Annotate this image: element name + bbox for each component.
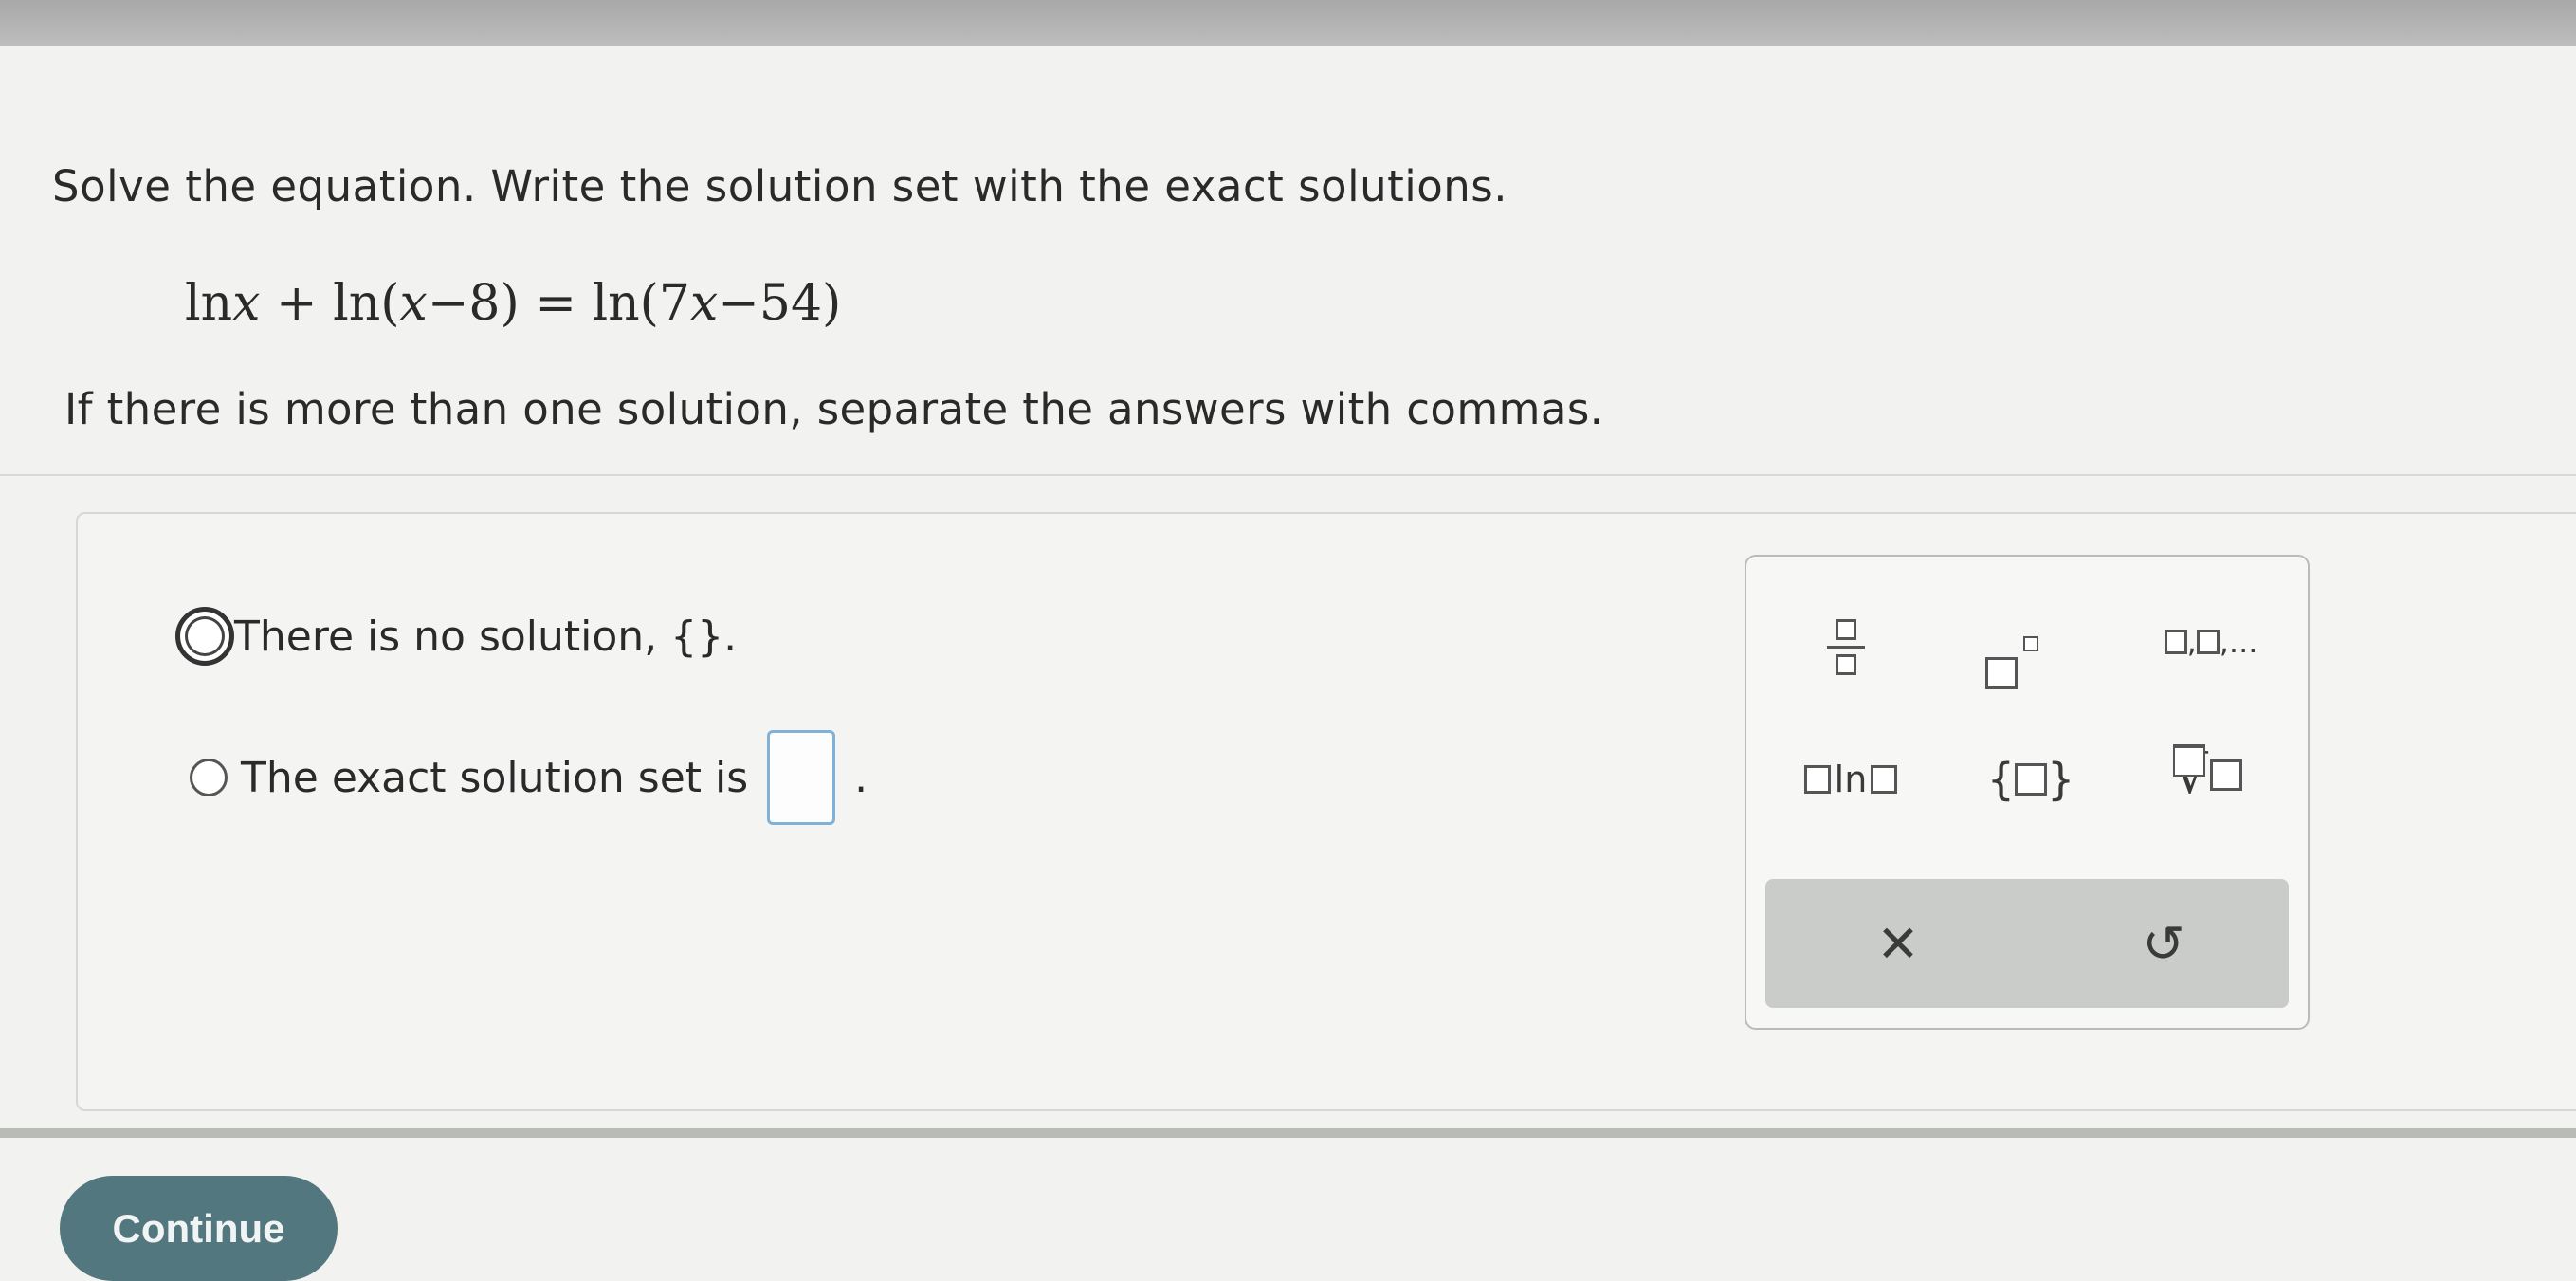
close-icon: ✕	[1876, 913, 1920, 974]
eq-equals: =	[535, 275, 576, 332]
question-hint: If there is more than one solution, sepa…	[64, 384, 1604, 434]
eq-54: 54	[758, 275, 823, 332]
bottom-strip	[0, 1128, 2576, 1138]
exponent-base-icon	[1985, 657, 2018, 689]
eq-x-3: x	[689, 275, 719, 332]
list-item-icon	[2164, 630, 2187, 654]
eq-8: 8	[468, 275, 501, 332]
set-close-brace: }	[2047, 754, 2075, 805]
radicand-icon	[2210, 759, 2243, 791]
eq-ln-2: ln	[333, 275, 381, 332]
math-keypad: ,,... ln {} √ ✕ ↺	[1745, 555, 2310, 1030]
divider	[0, 474, 2576, 476]
log-key[interactable]: ln	[1784, 737, 1917, 822]
answer-input-box[interactable]	[767, 730, 836, 825]
root-index-icon	[2173, 744, 2205, 777]
eq-open-2: (	[639, 275, 659, 332]
undo-icon: ↺	[2142, 913, 2185, 974]
log-label: ln	[1834, 759, 1868, 800]
set-open-brace: {	[1986, 754, 2015, 805]
eq-close-2: )	[822, 275, 842, 332]
nth-root-key[interactable]: √	[2135, 727, 2268, 822]
log-base-icon	[1803, 765, 1831, 794]
eq-ln-1: ln	[185, 275, 233, 332]
eq-close-1: )	[500, 275, 520, 332]
eq-7: 7	[658, 275, 690, 332]
exponent-key[interactable]	[1960, 595, 2064, 689]
option-no-solution[interactable]: There is no solution, {}.	[175, 607, 737, 666]
option-no-solution-label: There is no solution, {}.	[234, 612, 738, 661]
fraction-key[interactable]	[1803, 595, 1889, 699]
radio-no-solution[interactable]	[175, 607, 234, 666]
eq-ln-3: ln	[592, 275, 640, 332]
set-braces-key[interactable]: {}	[1974, 737, 2088, 822]
radio-exact-set[interactable]	[190, 759, 228, 796]
eq-minus-2: −	[718, 275, 759, 332]
keypad-footer: ✕ ↺	[1765, 879, 2289, 1008]
log-argument-icon	[1871, 765, 1898, 794]
list-item-icon	[2196, 630, 2220, 654]
option-exact-set-period: .	[854, 753, 868, 802]
eq-open-1: (	[380, 275, 400, 332]
undo-button[interactable]: ↺	[2107, 898, 2220, 989]
set-element-icon	[2015, 763, 2047, 796]
fraction-bar-icon	[1827, 645, 1865, 649]
clear-button[interactable]: ✕	[1841, 898, 1955, 989]
fraction-denominator-icon	[1836, 653, 1856, 675]
eq-minus-1: −	[427, 275, 469, 332]
equation: lnx + ln(x−8) = ln(7x−54)	[185, 275, 841, 332]
list-key[interactable]: ,,...	[2145, 604, 2277, 680]
eq-x-1: x	[232, 275, 261, 332]
eq-plus: +	[275, 275, 318, 332]
exponent-power-icon	[2023, 636, 2038, 651]
continue-button[interactable]: Continue	[60, 1176, 338, 1281]
option-exact-set[interactable]: The exact solution set is .	[190, 730, 868, 825]
question-instruction: Solve the equation. Write the solution s…	[52, 161, 1508, 211]
list-ellipsis: ,...	[2219, 624, 2258, 660]
eq-x-2: x	[399, 275, 428, 332]
list-separator: ,	[2186, 624, 2197, 660]
fraction-numerator-icon	[1836, 618, 1856, 640]
option-exact-set-label: The exact solution set is	[241, 753, 749, 802]
